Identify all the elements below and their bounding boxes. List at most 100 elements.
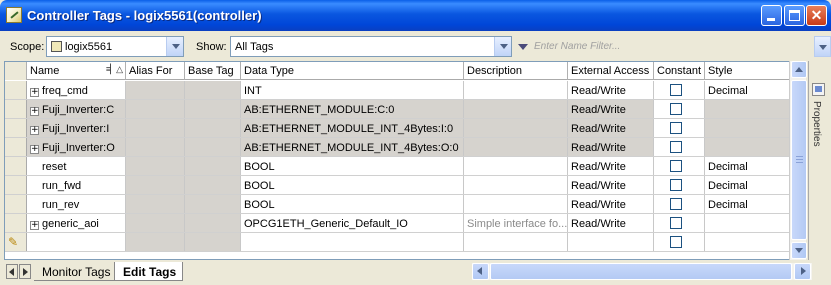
scroll-down-icon[interactable] <box>791 242 807 259</box>
maximize-button[interactable] <box>784 5 805 26</box>
cell-name[interactable]: run_rev <box>27 195 126 213</box>
row-selector[interactable] <box>5 100 27 118</box>
cell-description[interactable] <box>464 138 568 156</box>
tab-edit-tags[interactable]: Edit Tags <box>114 262 184 281</box>
horizontal-scrollbar[interactable] <box>472 263 812 280</box>
scope-dropdown[interactable]: logix5561 <box>46 36 184 57</box>
cell-data-type[interactable]: BOOL <box>241 195 464 213</box>
cell-name[interactable]: + generic_aoi <box>27 214 126 232</box>
constant-checkbox[interactable] <box>670 103 682 115</box>
title-bar[interactable]: Controller Tags - logix5561(controller) … <box>0 0 831 31</box>
vertical-scrollbar[interactable] <box>789 61 807 260</box>
cell-external-access[interactable]: Read/Write <box>568 195 654 213</box>
cell-data-type[interactable]: AB:ETHERNET_MODULE_INT_4Bytes:I:0 <box>241 119 464 137</box>
cell-external-access[interactable]: Read/Write <box>568 119 654 137</box>
row-selector[interactable] <box>5 176 27 194</box>
cell-base-tag[interactable] <box>185 119 241 137</box>
cell-alias-for[interactable] <box>126 195 185 213</box>
expander-icon[interactable]: + <box>30 221 39 230</box>
cell-base-tag[interactable] <box>185 176 241 194</box>
cell-alias-for[interactable] <box>126 119 185 137</box>
cell-external-access[interactable]: Read/Write <box>568 157 654 175</box>
constant-checkbox[interactable] <box>670 217 682 229</box>
cell-description[interactable] <box>464 233 568 251</box>
tab-scroll-right-icon[interactable] <box>19 264 31 279</box>
table-row[interactable]: run_fwd BOOL Read/Write Decimal <box>5 176 789 195</box>
horizontal-scroll-thumb[interactable] <box>490 263 792 280</box>
cell-base-tag[interactable] <box>185 195 241 213</box>
close-button[interactable]: ✕ <box>806 5 827 26</box>
header-col-base-tag[interactable]: Base Tag <box>185 62 241 80</box>
cell-alias-for[interactable] <box>126 81 185 99</box>
constant-checkbox[interactable] <box>670 160 682 172</box>
header-col-style[interactable]: Style <box>705 62 789 80</box>
row-selector[interactable] <box>5 214 27 232</box>
cell-external-access[interactable]: Read/Write <box>568 176 654 194</box>
cell-alias-for[interactable] <box>126 100 185 118</box>
filter-icon[interactable] <box>518 44 528 50</box>
scroll-up-icon[interactable] <box>791 61 807 78</box>
header-col-alias-for[interactable]: Alias For <box>126 62 185 80</box>
cell-style[interactable] <box>705 119 789 137</box>
table-row[interactable]: + Fuji_Inverter:C AB:ETHERNET_MODULE:C:0 Re… <box>5 100 789 119</box>
header-col-description[interactable]: Description <box>464 62 568 80</box>
expander-icon[interactable]: + <box>30 107 39 116</box>
cell-external-access[interactable]: Read/Write <box>568 100 654 118</box>
cell-constant[interactable] <box>654 176 705 194</box>
row-selector[interactable]: ✎ <box>5 233 27 251</box>
constant-checkbox[interactable] <box>670 84 682 96</box>
expander-icon[interactable]: + <box>30 88 39 97</box>
row-selector[interactable] <box>5 138 27 156</box>
cell-constant[interactable] <box>654 81 705 99</box>
header-col-name[interactable]: Name ≡▏△ <box>27 62 126 80</box>
constant-checkbox[interactable] <box>670 141 682 153</box>
row-selector[interactable] <box>5 157 27 175</box>
header-col-constant[interactable]: Constant <box>654 62 705 80</box>
tags-grid[interactable]: Name ≡▏△ Alias For Base Tag Data Type Descrip… <box>4 61 790 260</box>
cell-description[interactable] <box>464 119 568 137</box>
cell-external-access[interactable] <box>568 233 654 251</box>
cell-constant[interactable] <box>654 195 705 213</box>
constant-checkbox[interactable] <box>670 179 682 191</box>
cell-style[interactable]: Decimal <box>705 176 789 194</box>
cell-constant[interactable] <box>654 214 705 232</box>
properties-icon[interactable] <box>812 83 825 96</box>
cell-base-tag[interactable] <box>185 138 241 156</box>
row-selector[interactable] <box>5 81 27 99</box>
row-selector[interactable] <box>5 119 27 137</box>
table-row[interactable]: + Fuji_Inverter:O AB:ETHERNET_MODULE_INT_4… <box>5 138 789 157</box>
cell-name[interactable]: + Fuji_Inverter:C <box>27 100 126 118</box>
scroll-right-icon[interactable] <box>794 263 811 280</box>
new-tag-row[interactable]: ✎ <box>5 233 789 252</box>
cell-alias-for[interactable] <box>126 214 185 232</box>
cell-alias-for[interactable] <box>126 233 185 251</box>
properties-panel[interactable]: Properties <box>808 61 827 260</box>
table-row[interactable]: reset BOOL Read/Write Decimal <box>5 157 789 176</box>
cell-base-tag[interactable] <box>185 100 241 118</box>
cell-base-tag[interactable] <box>185 157 241 175</box>
cell-style[interactable] <box>705 138 789 156</box>
cell-name[interactable] <box>27 233 126 251</box>
cell-style[interactable] <box>705 100 789 118</box>
constant-checkbox[interactable] <box>670 236 682 248</box>
table-row[interactable]: run_rev BOOL Read/Write Decimal <box>5 195 789 214</box>
cell-external-access[interactable]: Read/Write <box>568 138 654 156</box>
cell-data-type[interactable]: BOOL <box>241 176 464 194</box>
cell-description[interactable] <box>464 157 568 175</box>
row-selector[interactable] <box>5 195 27 213</box>
cell-data-type[interactable]: BOOL <box>241 157 464 175</box>
cell-alias-for[interactable] <box>126 157 185 175</box>
vertical-scroll-thumb[interactable] <box>791 80 807 240</box>
cell-data-type[interactable]: AB:ETHERNET_MODULE:C:0 <box>241 100 464 118</box>
tab-scroll-left-icon[interactable] <box>6 264 18 279</box>
cell-name[interactable]: reset <box>27 157 126 175</box>
cell-base-tag[interactable] <box>185 214 241 232</box>
cell-data-type[interactable]: INT <box>241 81 464 99</box>
cell-constant[interactable] <box>654 100 705 118</box>
cell-description[interactable] <box>464 176 568 194</box>
cell-alias-for[interactable] <box>126 138 185 156</box>
sort-icon[interactable]: ≡▏△ <box>106 64 123 75</box>
name-filter-input[interactable]: Enter Name Filter... <box>532 37 812 57</box>
cell-external-access[interactable]: Read/Write <box>568 81 654 99</box>
cell-name[interactable]: + Fuji_Inverter:I <box>27 119 126 137</box>
